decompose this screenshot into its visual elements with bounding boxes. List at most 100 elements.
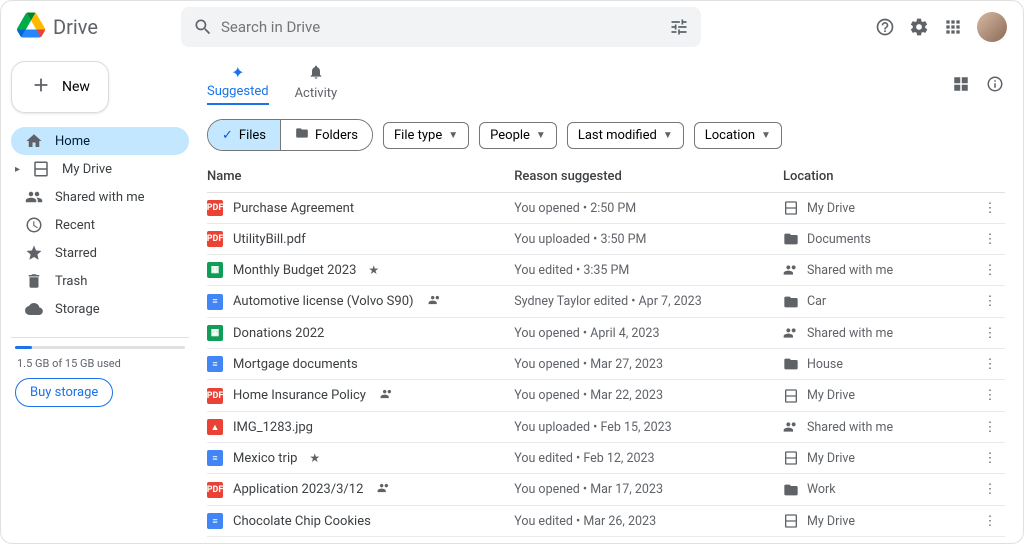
search-bar[interactable]: [181, 7, 701, 47]
home-icon: [25, 132, 43, 150]
toggle-files[interactable]: ✓Files: [208, 120, 280, 150]
apps-icon[interactable]: [943, 17, 963, 37]
nav-recent[interactable]: Recent: [11, 211, 189, 239]
people-icon: [25, 188, 43, 206]
file-location: Car: [807, 294, 826, 309]
file-type-icon: PDF: [207, 388, 223, 404]
app-logo[interactable]: Drive: [17, 11, 169, 43]
sparkle-icon: ✦: [231, 63, 244, 82]
help-icon[interactable]: [875, 17, 895, 37]
file-row[interactable]: ≡Mexico trip★You edited • Feb 12, 2023My…: [207, 443, 1005, 474]
file-row[interactable]: ≡Automotive license (Volvo S90)Sydney Ta…: [207, 286, 1005, 318]
file-name: IMG_1283.jpg: [233, 420, 313, 435]
nav-label: My Drive: [62, 162, 112, 177]
shared-icon: [377, 481, 391, 498]
toggle-folders[interactable]: Folders: [280, 120, 372, 150]
file-reason: You edited • Mar 26, 2023: [514, 514, 783, 529]
bell-icon: [308, 64, 324, 84]
location-icon: [783, 482, 799, 498]
nav-label: Recent: [55, 218, 95, 233]
more-actions-icon[interactable]: ⋮: [975, 420, 1005, 435]
nav-label: Trash: [55, 274, 87, 289]
nav-home[interactable]: Home: [11, 127, 189, 155]
location-icon: [783, 231, 799, 247]
more-actions-icon[interactable]: ⋮: [975, 357, 1005, 372]
grid-view-icon[interactable]: [951, 74, 971, 94]
filter-location[interactable]: Location▼: [694, 122, 782, 149]
chevron-down-icon: ▼: [761, 130, 771, 141]
nav-trash[interactable]: Trash: [11, 267, 189, 295]
file-reason: You opened • Mar 27, 2023: [514, 357, 783, 372]
col-reason[interactable]: Reason suggested: [514, 169, 783, 184]
file-type-icon: ▲: [207, 419, 223, 435]
file-type-icon: PDF: [207, 231, 223, 247]
file-reason: You opened • April 4, 2023: [514, 326, 783, 341]
col-location[interactable]: Location: [783, 169, 975, 184]
location-icon: [783, 294, 799, 310]
file-row[interactable]: PDFApplication 2023/3/12You opened • Mar…: [207, 474, 1005, 506]
file-type-icon: ≡: [207, 450, 223, 466]
storage-progress: [15, 346, 185, 349]
file-reason: You uploaded • Feb 15, 2023: [514, 420, 783, 435]
file-row[interactable]: ▲ IMG_1283.jpg You uploaded • Feb 15, 2023…: [207, 412, 1005, 443]
file-row[interactable]: PDFHome Insurance PolicyYou opened • Mar…: [207, 380, 1005, 412]
more-actions-icon[interactable]: ⋮: [975, 294, 1005, 309]
file-row[interactable]: ▦Donations 2022You opened • April 4, 202…: [207, 318, 1005, 349]
cloud-icon: [25, 300, 43, 318]
star-icon: [25, 244, 43, 262]
file-name: Mortgage documents: [233, 357, 358, 372]
main-content: ✦ Suggested Activity ✓Files Folders File…: [199, 53, 1023, 543]
toggle-label: Folders: [315, 128, 358, 143]
more-actions-icon[interactable]: ⋮: [975, 232, 1005, 247]
location-icon: [783, 419, 799, 435]
more-actions-icon[interactable]: ⋮: [975, 514, 1005, 529]
nav-shared[interactable]: Shared with me: [11, 183, 189, 211]
file-type-icon: ≡: [207, 513, 223, 529]
file-name: UtilityBill.pdf: [233, 232, 306, 247]
tab-suggested[interactable]: ✦ Suggested: [207, 63, 269, 105]
more-actions-icon[interactable]: ⋮: [975, 326, 1005, 341]
chip-label: People: [490, 128, 530, 143]
tab-activity[interactable]: Activity: [295, 64, 338, 105]
chip-label: File type: [394, 128, 442, 143]
settings-icon[interactable]: [909, 17, 929, 37]
file-row[interactable]: ▦Monthly Budget 2023★You edited • 3:35 P…: [207, 255, 1005, 286]
buy-storage-button[interactable]: Buy storage: [15, 378, 113, 407]
nav-my-drive[interactable]: ▸My Drive: [11, 155, 189, 183]
more-actions-icon[interactable]: ⋮: [975, 482, 1005, 497]
file-row[interactable]: PDFUtilityBill.pdfYou uploaded • 3:50 PM…: [207, 224, 1005, 255]
more-actions-icon[interactable]: ⋮: [975, 263, 1005, 278]
file-row[interactable]: ≡Chocolate Chip CookiesYou edited • Mar …: [207, 506, 1005, 537]
search-input[interactable]: [221, 18, 669, 36]
toggle-label: Files: [239, 128, 266, 143]
more-actions-icon[interactable]: ⋮: [975, 451, 1005, 466]
nav-storage[interactable]: Storage: [11, 295, 189, 323]
search-options-icon[interactable]: [669, 17, 689, 37]
info-icon[interactable]: [985, 74, 1005, 94]
file-location: My Drive: [807, 514, 855, 529]
file-row[interactable]: PDFPurchase AgreementYou opened • 2:50 P…: [207, 193, 1005, 224]
column-headers: Name Reason suggested Location: [207, 163, 1005, 193]
col-name[interactable]: Name: [207, 169, 514, 184]
nav-starred[interactable]: Starred: [11, 239, 189, 267]
trash-icon: [25, 272, 43, 290]
chevron-down-icon: ▼: [448, 130, 458, 141]
file-name: Purchase Agreement: [233, 201, 354, 216]
file-location: My Drive: [807, 451, 855, 466]
shared-icon: [380, 387, 394, 404]
more-actions-icon[interactable]: ⋮: [975, 388, 1005, 403]
search-icon: [193, 17, 213, 37]
filter-people[interactable]: People▼: [479, 122, 557, 149]
nav-label: Shared with me: [55, 190, 145, 205]
account-avatar[interactable]: [977, 12, 1007, 42]
new-button[interactable]: New: [11, 61, 109, 113]
filter-bar: ✓Files Folders File type▼ People▼ Last m…: [207, 111, 1005, 163]
filter-file-type[interactable]: File type ▼: [383, 122, 469, 149]
file-reason: Sydney Taylor edited • Apr 7, 2023: [514, 294, 783, 309]
more-actions-icon[interactable]: ⋮: [975, 201, 1005, 216]
location-icon: [783, 200, 799, 216]
sidebar: New Home ▸My Drive Shared with me Recent…: [1, 53, 199, 543]
file-row[interactable]: ≡Mortgage documentsYou opened • Mar 27, …: [207, 349, 1005, 380]
filter-last-modified[interactable]: Last modified▼: [567, 122, 684, 149]
file-name: Automotive license (Volvo S90): [233, 294, 414, 309]
